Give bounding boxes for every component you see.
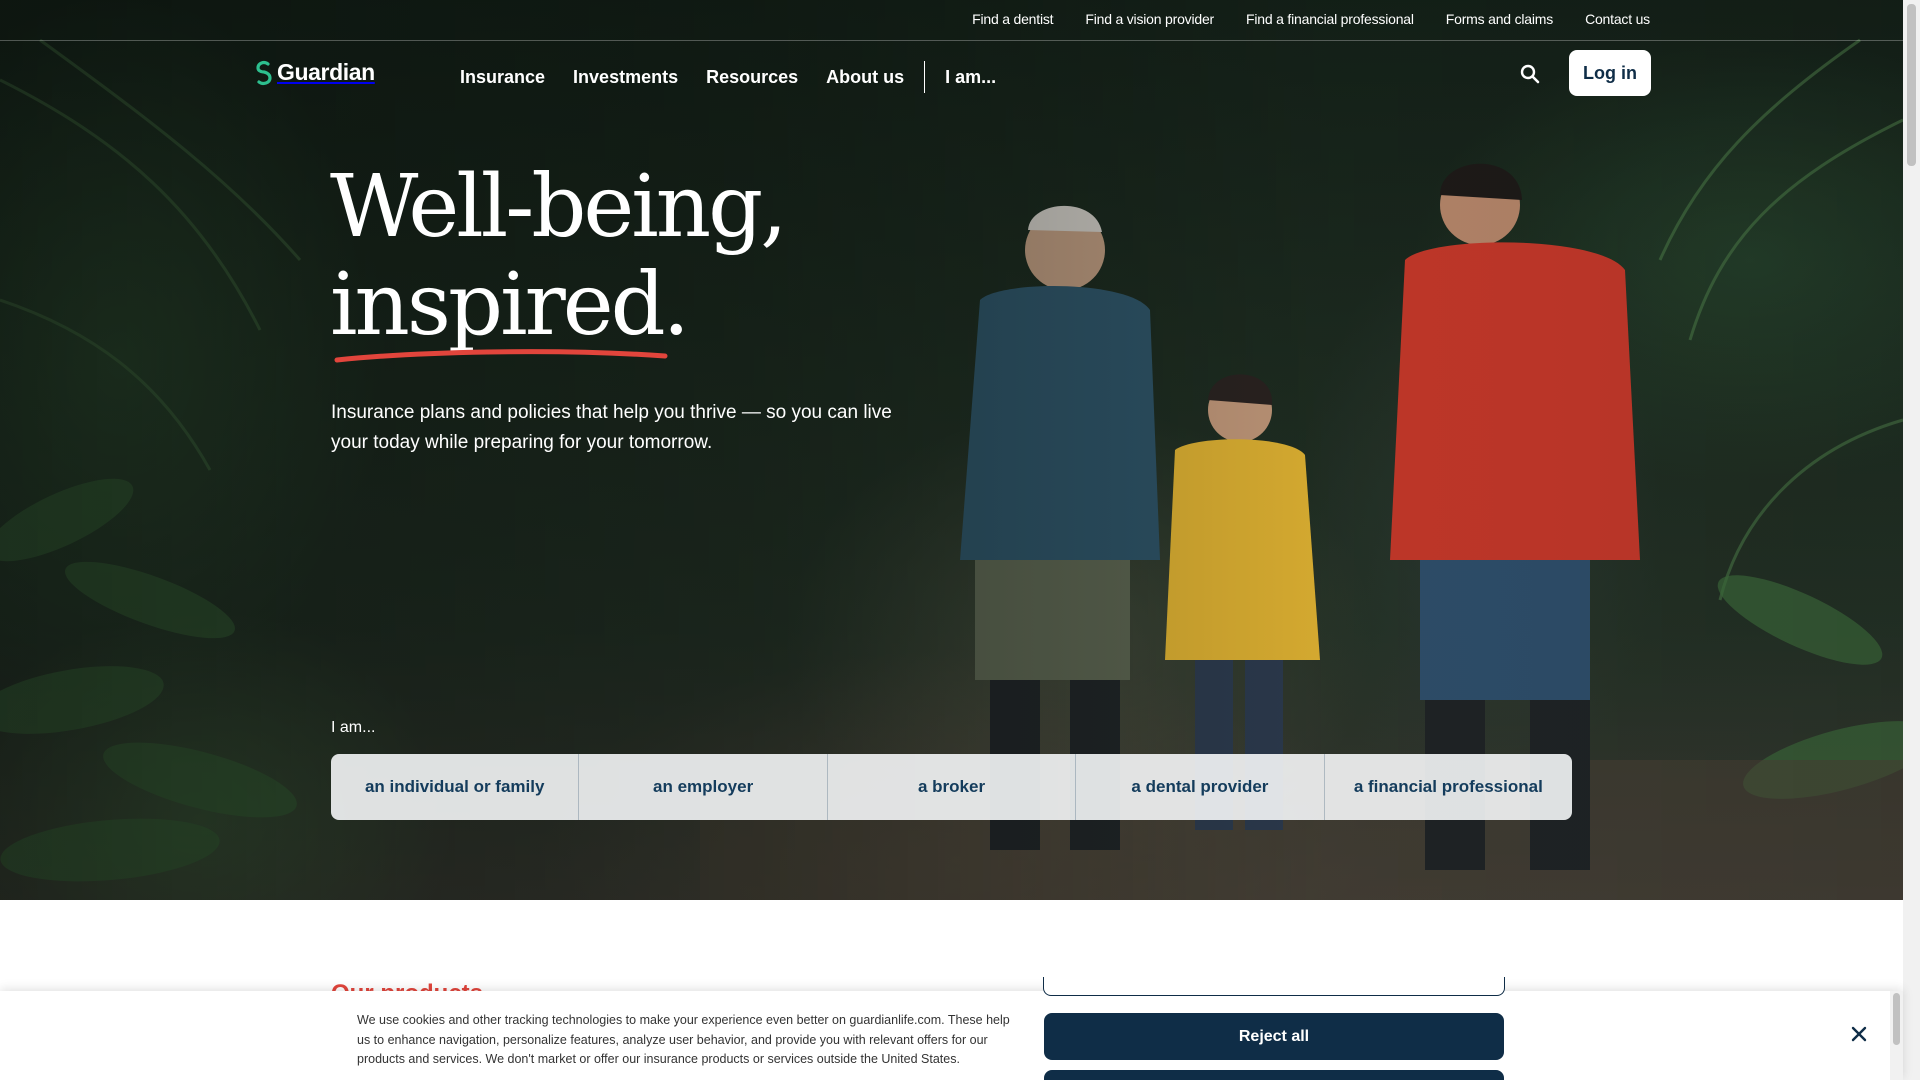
reject-all-button[interactable]: Reject all (1044, 1013, 1504, 1060)
utility-bar: Find a dentist Find a vision provider Fi… (0, 0, 1903, 41)
headline-underline-swoosh (334, 349, 668, 363)
main-nav: Guardian Insurance Investments Resources… (0, 41, 1903, 105)
link-find-a-dentist[interactable]: Find a dentist (972, 11, 1053, 27)
cookie-notice-text: We use cookies and other tracking techno… (357, 1013, 1010, 1066)
hero-headline: Well-being, inspired. (330, 157, 788, 355)
nav-about-us[interactable]: About us (826, 67, 904, 88)
guardian-logo-icon (256, 60, 272, 85)
option-financial-professional[interactable]: a financial professional (1325, 754, 1572, 820)
utility-links: Find a dentist Find a vision provider Fi… (972, 11, 1650, 27)
log-in-button[interactable]: Log in (1569, 50, 1651, 96)
logo-text: Guardian (277, 59, 375, 85)
nav-i-am-menu[interactable]: I am... (945, 67, 996, 88)
option-broker[interactable]: a broker (828, 754, 1077, 820)
option-individual-or-family[interactable]: an individual or family (331, 754, 580, 820)
nav-investments[interactable]: Investments (573, 67, 678, 88)
i-am-selector: an individual or family an employer a br… (331, 754, 1572, 820)
cookie-banner-scrollbar[interactable] (1890, 991, 1903, 1080)
search-icon[interactable] (1519, 63, 1541, 85)
nav-resources[interactable]: Resources (706, 67, 798, 88)
cookie-preferences-button[interactable] (1043, 977, 1505, 996)
option-employer[interactable]: an employer (579, 754, 828, 820)
option-dental-provider[interactable]: a dental provider (1076, 754, 1325, 820)
nav-insurance[interactable]: Insurance (460, 67, 545, 88)
cookie-banner: We use cookies and other tracking techno… (0, 977, 1903, 1080)
guardian-logo[interactable]: Guardian (255, 59, 375, 86)
nav-divider (924, 61, 926, 93)
page-scrollbar[interactable] (1903, 0, 1920, 1080)
headline-line-1: Well-being, (330, 157, 788, 257)
i-am-label: I am... (331, 719, 376, 736)
accept-all-button[interactable] (1044, 1070, 1504, 1080)
link-find-a-financial-professional[interactable]: Find a financial professional (1246, 11, 1414, 27)
primary-nav: Insurance Investments Resources About us… (460, 61, 1024, 93)
hero-subtitle: Insurance plans and policies that help y… (331, 402, 892, 453)
headline-line-2: inspired. (330, 255, 690, 355)
page-scrollbar-thumb[interactable] (1907, 4, 1916, 166)
link-contact-us[interactable]: Contact us (1585, 11, 1650, 27)
link-forms-and-claims[interactable]: Forms and claims (1446, 11, 1553, 27)
cookie-banner-scrollbar-thumb[interactable] (1893, 993, 1900, 1045)
link-find-a-vision-provider[interactable]: Find a vision provider (1085, 11, 1214, 27)
close-icon[interactable] (1849, 1024, 1869, 1044)
